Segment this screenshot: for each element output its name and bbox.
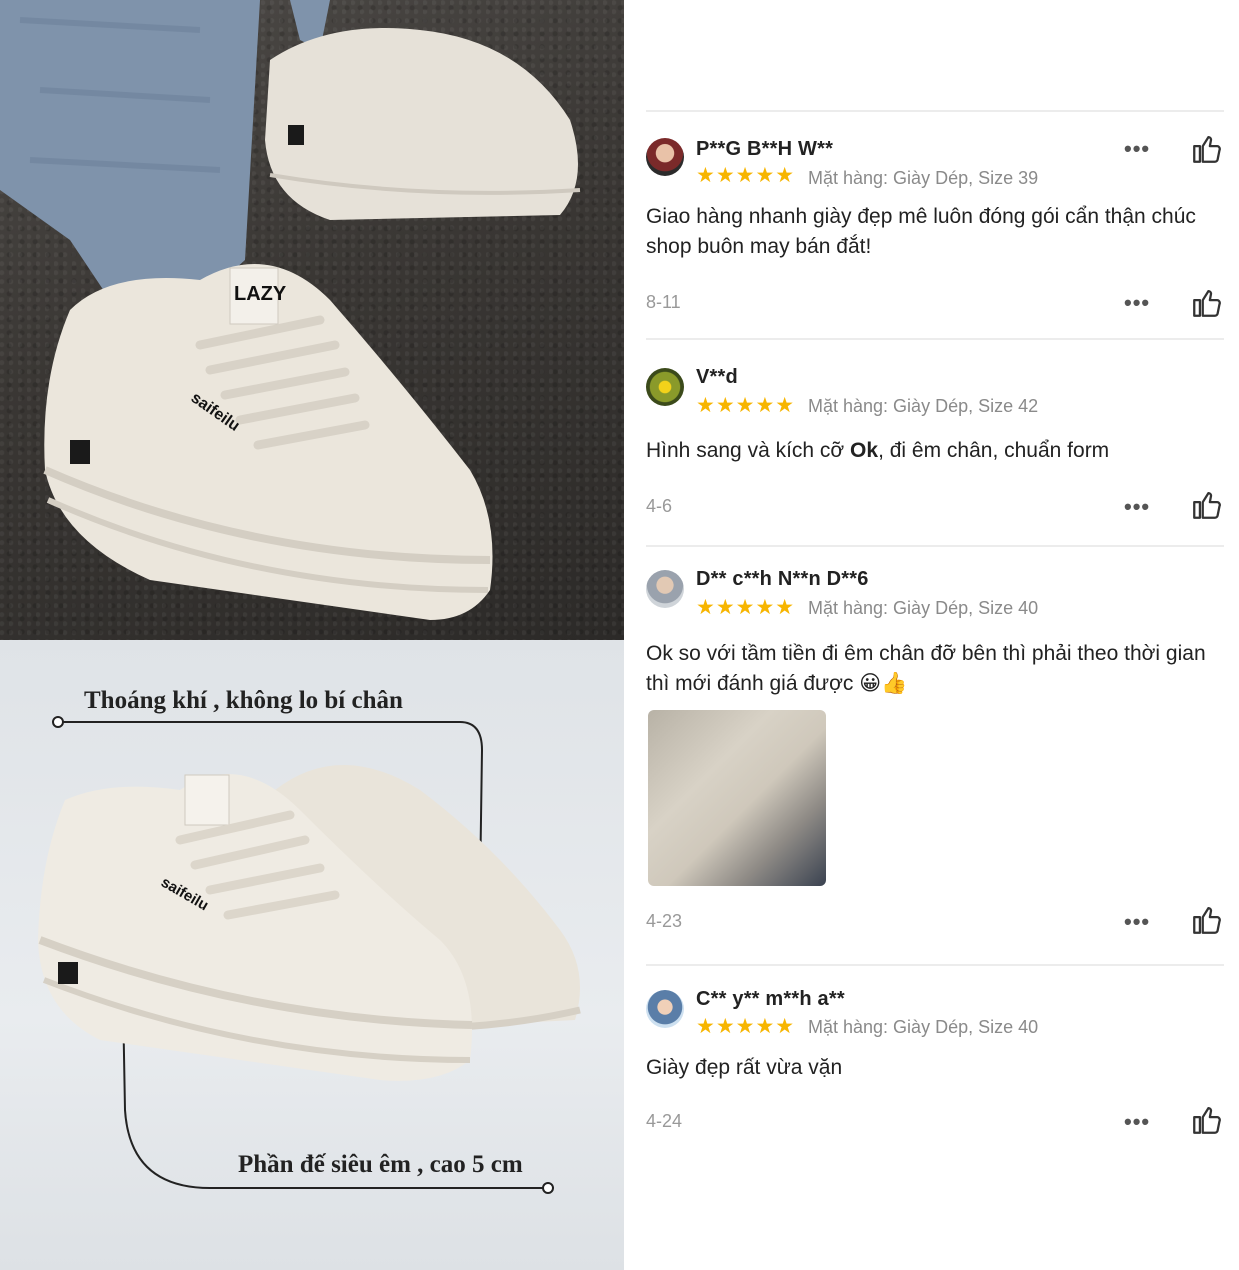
review-item: C** y** m**h a** ★★★★★ Mặt hàng: Giày Dé…	[646, 988, 1224, 1148]
rating-stars: ★★★★★	[696, 1015, 796, 1038]
avatar[interactable]	[646, 570, 684, 608]
divider	[646, 338, 1224, 340]
more-dots-icon[interactable]: •••	[1124, 494, 1150, 520]
review-username: D** c**h N**n D**6	[696, 568, 869, 590]
more-dots-icon[interactable]: •••	[1124, 290, 1150, 316]
thumbs-up-icon[interactable]	[1190, 286, 1224, 320]
product-photo-worn: LAZY saifeilu	[0, 0, 624, 640]
callout-sole: Phần đế siêu êm , cao 5 cm	[238, 1151, 523, 1178]
tag-print: LAZY	[234, 283, 287, 305]
review-date: 8-11	[646, 292, 681, 312]
review-date: 4-24	[646, 1111, 683, 1131]
rating-stars: ★★★★★	[696, 394, 796, 417]
review-username: C** y** m**h a**	[696, 988, 845, 1010]
rating-stars: ★★★★★	[696, 164, 796, 187]
divider	[646, 545, 1224, 547]
avatar[interactable]	[646, 990, 684, 1028]
review-username: P**G B**H W**	[696, 138, 834, 160]
divider	[646, 964, 1224, 966]
avatar[interactable]	[646, 138, 684, 176]
review-text: Ok so với tầm tiền đi êm chân đỡ bên thì…	[646, 642, 1206, 695]
thumbs-up-icon[interactable]	[1190, 132, 1224, 166]
review-text: Giày đẹp rất vừa vặn	[646, 1056, 843, 1079]
review-variant: Mặt hàng: Giày Dép, Size 40	[808, 1017, 1039, 1037]
more-dots-icon[interactable]: •••	[1124, 909, 1150, 935]
review-username: V**d	[696, 366, 738, 388]
review-item: V**d ★★★★★ Mặt hàng: Giày Dép, Size 42 H…	[646, 366, 1224, 536]
review-item: D** c**h N**n D**6 ★★★★★ Mặt hàng: Giày …	[646, 568, 1224, 948]
review-variant: Mặt hàng: Giày Dép, Size 40	[808, 598, 1039, 618]
more-dots-icon[interactable]: •••	[1124, 136, 1150, 162]
thumbs-up-icon[interactable]	[1190, 488, 1224, 522]
divider	[646, 110, 1224, 112]
rating-stars: ★★★★★	[696, 596, 796, 619]
thumbs-up-icon[interactable]	[1190, 903, 1224, 937]
thumbs-up-icon[interactable]	[1190, 1103, 1224, 1137]
review-date: 4-23	[646, 911, 683, 931]
avatar[interactable]	[646, 368, 684, 406]
callout-breathable: Thoáng khí , không lo bí chân	[84, 687, 403, 714]
review-variant: Mặt hàng: Giày Dép, Size 39	[808, 168, 1039, 188]
product-feature-graphic: saifeilu Thoáng khí , không lo bí chân P…	[0, 640, 624, 1270]
review-date: 4-6	[646, 496, 673, 516]
more-dots-icon[interactable]: •••	[1124, 1109, 1150, 1135]
review-photo[interactable]	[648, 710, 826, 886]
review-text: Hình sang và kích cỡ Ok, đi êm chân, chu…	[646, 439, 1110, 462]
review-variant: Mặt hàng: Giày Dép, Size 42	[808, 396, 1039, 416]
review-text: Giao hàng nhanh giày đẹp mê luôn đóng gó…	[646, 205, 1196, 258]
review-item: P**G B**H W** ★★★★★ Mặt hàng: Giày Dép, …	[646, 135, 1224, 336]
